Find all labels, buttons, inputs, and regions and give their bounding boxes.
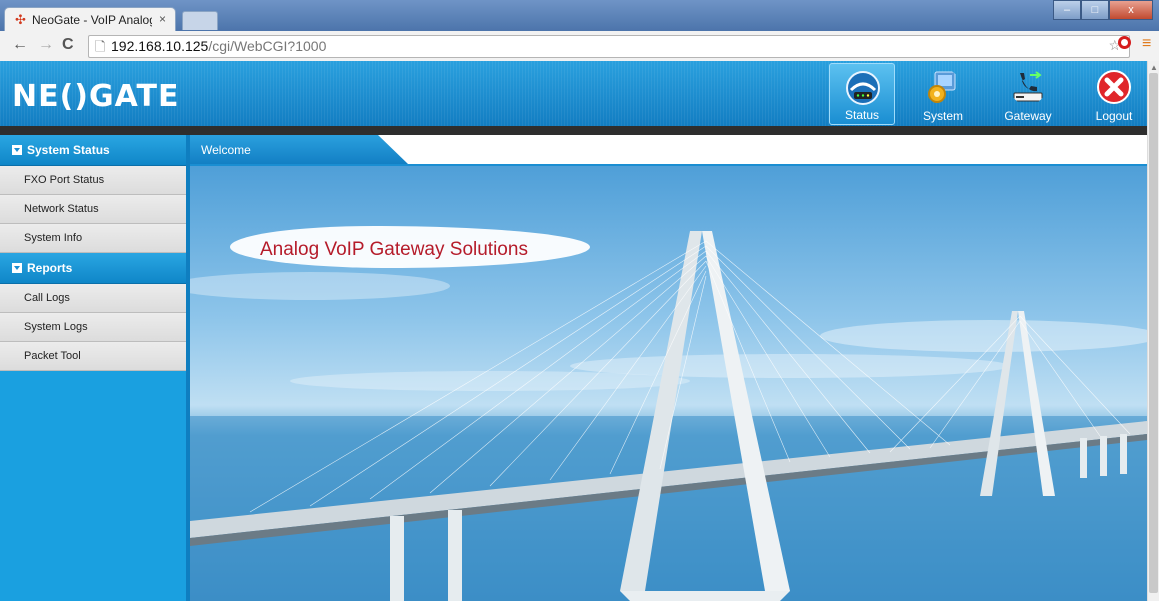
tab-welcome[interactable]: Welcome — [190, 135, 408, 164]
sidebar-item-fxo-port-status[interactable]: FXO Port Status — [0, 166, 186, 195]
tab-title: NeoGate - VoIP Analog — [32, 13, 152, 27]
url-text: 192.168.10.125/cgi/WebCGI?1000 — [111, 38, 326, 54]
sidebar: System Status FXO Port Status Network St… — [0, 135, 186, 601]
tab-close-icon[interactable]: × — [159, 12, 166, 26]
url-path: /cgi/WebCGI?1000 — [208, 38, 327, 54]
scroll-up-icon[interactable]: ▲ — [1150, 63, 1158, 72]
nav-status[interactable]: Status — [829, 63, 895, 125]
section-title: Reports — [27, 261, 73, 275]
nav-logout[interactable]: Logout — [1081, 63, 1147, 125]
nav-system-label: System — [922, 109, 963, 123]
sidebar-item-packet-tool[interactable]: Packet Tool — [0, 342, 186, 371]
nav-system[interactable]: System — [910, 63, 976, 125]
minimize-button[interactable]: – — [1053, 0, 1081, 20]
favicon-icon: ✣ — [15, 12, 26, 27]
maximize-button[interactable]: □ — [1081, 0, 1109, 20]
page-scrollbar[interactable]: ▲ — [1147, 61, 1159, 601]
close-window-button[interactable]: x — [1109, 0, 1153, 20]
opera-extension-icon[interactable] — [1118, 36, 1131, 49]
collapse-arrow-icon — [12, 145, 22, 155]
page-icon: 🗋 — [95, 39, 106, 54]
collapse-arrow-icon — [12, 263, 22, 273]
system-gear-icon — [928, 71, 956, 103]
logout-x-icon — [1097, 70, 1131, 104]
header-divider — [0, 126, 1147, 135]
url-host: 192.168.10.125 — [111, 38, 209, 54]
nav-status-label: Status — [844, 108, 880, 122]
new-tab-button[interactable] — [182, 11, 218, 30]
gateway-phone-icon — [1013, 71, 1043, 102]
nav-gateway-label: Gateway — [1004, 109, 1052, 123]
section-title: System Status — [27, 143, 110, 157]
url-input[interactable]: 🗋 192.168.10.125/cgi/WebCGI?1000 ☆ — [88, 35, 1130, 58]
content-tab-bar: Welcome — [190, 135, 1147, 166]
reload-button[interactable]: C — [62, 36, 74, 54]
sidebar-section-system-status[interactable]: System Status — [0, 135, 186, 166]
browser-tab[interactable]: ✣ NeoGate - VoIP Analog × — [4, 7, 176, 31]
address-bar-row: ← → C 🗋 192.168.10.125/cgi/WebCGI?1000 ☆… — [0, 31, 1159, 62]
sidebar-item-system-logs[interactable]: System Logs — [0, 313, 186, 342]
back-button[interactable]: ← — [12, 36, 28, 54]
sidebar-item-network-status[interactable]: Network Status — [0, 195, 186, 224]
sidebar-section-reports[interactable]: Reports — [0, 253, 186, 284]
tab-welcome-label: Welcome — [201, 143, 251, 157]
window-controls: – □ x — [1053, 0, 1153, 20]
neogate-logo: NE()GATE — [12, 79, 180, 114]
nav-gateway[interactable]: Gateway — [995, 63, 1061, 125]
forward-button[interactable]: → — [38, 36, 54, 54]
app-header: NE()GATE Status System Gateway Logout — [0, 61, 1147, 126]
scrollbar-thumb[interactable] — [1149, 73, 1158, 593]
nav-logout-label: Logout — [1095, 109, 1133, 123]
sidebar-item-system-info[interactable]: System Info — [0, 224, 186, 253]
browser-titlebar: ✣ NeoGate - VoIP Analog × – □ x — [0, 0, 1159, 31]
welcome-banner-image: Analog VoIP Gateway Solutions — [190, 166, 1147, 601]
banner-slogan: Analog VoIP Gateway Solutions — [260, 239, 528, 260]
status-icon — [846, 71, 880, 105]
sidebar-item-call-logs[interactable]: Call Logs — [0, 284, 186, 313]
browser-menu-icon[interactable]: ≡ — [1142, 35, 1151, 53]
